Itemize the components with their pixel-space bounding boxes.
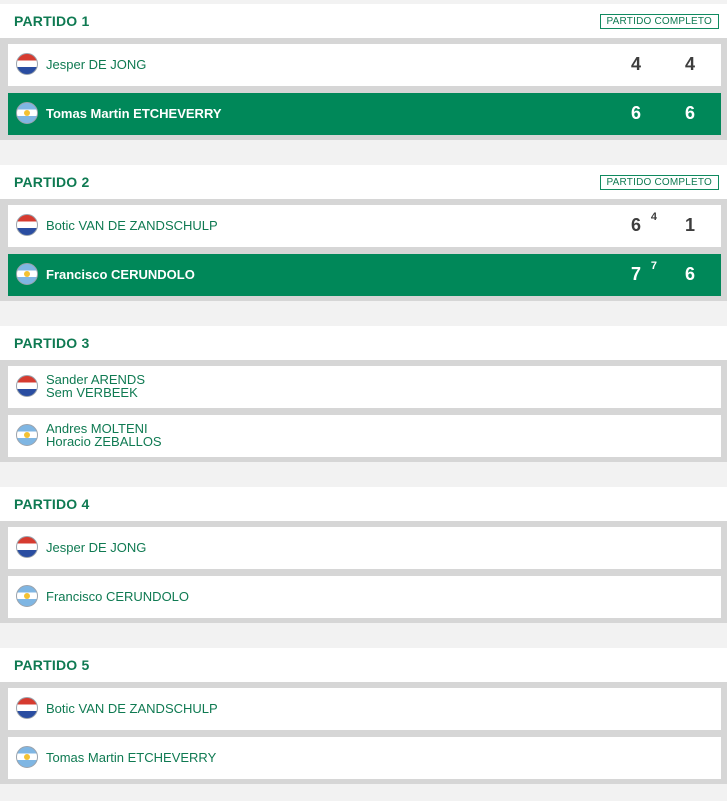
set-score: 1 — [684, 215, 695, 235]
player-row[interactable]: Jesper DE JONG — [8, 527, 721, 569]
player-row[interactable]: Jesper DE JONG 4 4 — [8, 44, 721, 86]
player-row[interactable]: Tomas Martin ETCHEVERRY — [8, 737, 721, 779]
argentina-flag-icon — [16, 102, 38, 124]
match-card-5: PARTIDO 5 Botic VAN DE ZANDSCHULP Tomas … — [0, 648, 727, 784]
netherlands-flag-icon — [16, 375, 38, 397]
argentina-flag-icon — [16, 746, 38, 768]
match-card-2: PARTIDO 2 PARTIDO COMPLETO Botic VAN DE … — [0, 165, 727, 301]
player-row[interactable]: Botic VAN DE ZANDSCHULP 64 1 — [8, 205, 721, 247]
status-badge: PARTIDO COMPLETO — [599, 14, 719, 29]
player-name[interactable]: Botic VAN DE ZANDSCHULP — [46, 701, 218, 716]
argentina-flag-icon — [16, 585, 38, 607]
match-title: PARTIDO 4 — [14, 496, 90, 512]
set-score: 6 — [684, 103, 695, 123]
match-title: PARTIDO 2 — [14, 174, 90, 190]
argentina-flag-icon — [16, 424, 38, 446]
netherlands-flag-icon — [16, 536, 38, 558]
argentina-flag-icon — [16, 263, 38, 285]
match-title: PARTIDO 5 — [14, 657, 90, 673]
match-header: PARTIDO 5 — [0, 648, 727, 682]
set-score: 4 — [684, 54, 695, 74]
team-row[interactable]: Andres MOLTENI Horacio ZEBALLOS — [8, 415, 721, 457]
set-score: 77 — [630, 260, 657, 284]
tiebreak-score: 4 — [650, 211, 657, 223]
status-badge: PARTIDO COMPLETO — [599, 175, 719, 190]
netherlands-flag-icon — [16, 697, 38, 719]
match-card-4: PARTIDO 4 Jesper DE JONG Francisco CERUN… — [0, 487, 727, 623]
match-title: PARTIDO 1 — [14, 13, 90, 29]
player-name[interactable]: Horacio ZEBALLOS — [46, 435, 162, 448]
player-name[interactable]: Tomas Martin ETCHEVERRY — [46, 750, 216, 765]
player-row-winner[interactable]: Tomas Martin ETCHEVERRY 6 6 — [8, 93, 721, 135]
team-names[interactable]: Sander ARENDS Sem VERBEEK — [46, 373, 145, 399]
set-score: 64 — [630, 211, 657, 235]
player-name[interactable]: Tomas Martin ETCHEVERRY — [46, 106, 222, 121]
player-name[interactable]: Jesper DE JONG — [46, 57, 146, 72]
set-score: 6 — [684, 264, 695, 284]
match-header: PARTIDO 4 — [0, 487, 727, 521]
player-row[interactable]: Botic VAN DE ZANDSCHULP — [8, 688, 721, 730]
set-score: 4 — [630, 54, 641, 74]
netherlands-flag-icon — [16, 53, 38, 75]
netherlands-flag-icon — [16, 214, 38, 236]
match-header: PARTIDO 2 PARTIDO COMPLETO — [0, 165, 727, 199]
team-row[interactable]: Sander ARENDS Sem VERBEEK — [8, 366, 721, 408]
match-card-1: PARTIDO 1 PARTIDO COMPLETO Jesper DE JON… — [0, 4, 727, 140]
match-header: PARTIDO 3 — [0, 326, 727, 360]
player-name[interactable]: Jesper DE JONG — [46, 540, 146, 555]
match-header: PARTIDO 1 PARTIDO COMPLETO — [0, 4, 727, 38]
player-row[interactable]: Francisco CERUNDOLO — [8, 576, 721, 618]
match-title: PARTIDO 3 — [14, 335, 90, 351]
player-name[interactable]: Francisco CERUNDOLO — [46, 267, 195, 282]
player-row-winner[interactable]: Francisco CERUNDOLO 77 6 — [8, 254, 721, 296]
set-score: 6 — [630, 103, 641, 123]
match-card-3: PARTIDO 3 Sander ARENDS Sem VERBEEK Andr… — [0, 326, 727, 462]
tiebreak-score: 7 — [650, 260, 657, 272]
team-names[interactable]: Andres MOLTENI Horacio ZEBALLOS — [46, 422, 162, 448]
player-name[interactable]: Sem VERBEEK — [46, 386, 145, 399]
player-name[interactable]: Botic VAN DE ZANDSCHULP — [46, 218, 218, 233]
player-name[interactable]: Francisco CERUNDOLO — [46, 589, 189, 604]
